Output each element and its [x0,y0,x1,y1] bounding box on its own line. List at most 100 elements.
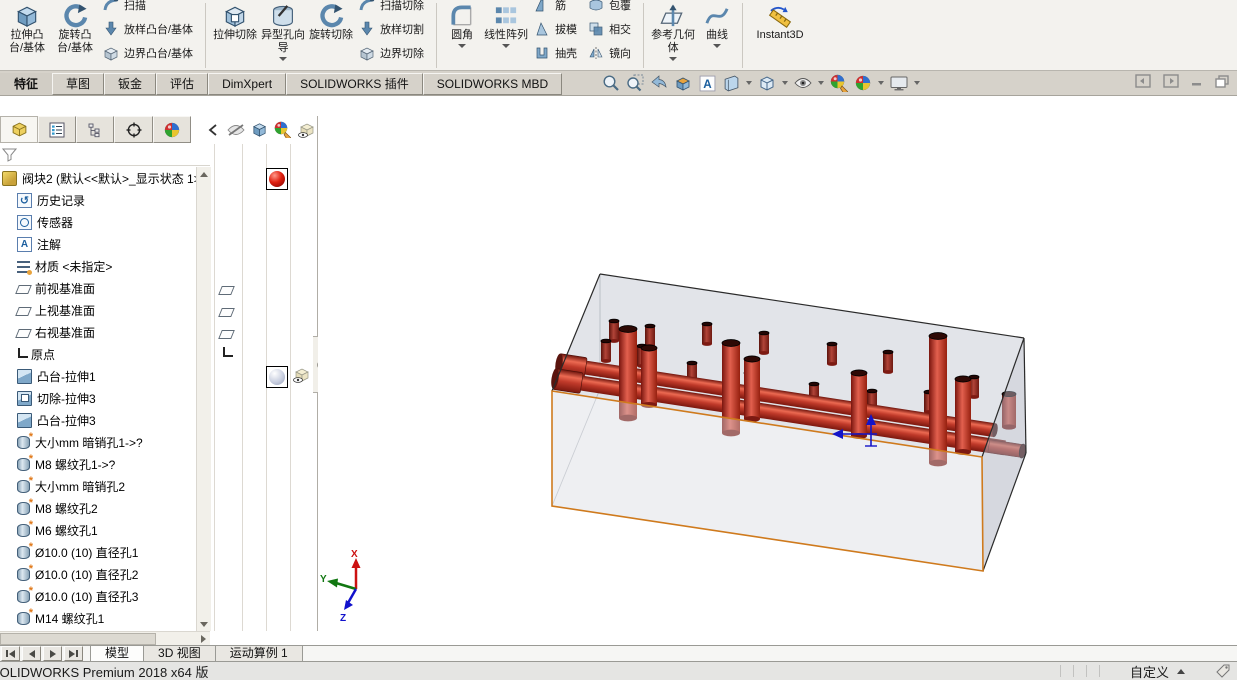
tree-item[interactable]: 前视基准面 [0,277,196,299]
boundary-cut-button[interactable]: 边界切除 [355,41,431,65]
linear-pattern-button[interactable]: 线性阵列 [482,0,530,48]
tree-item[interactable]: Ø10.0 (10) 直径孔2 [0,563,196,585]
extruded-cut-button[interactable]: 拉伸切除 [211,0,259,42]
collapse-right-pane-icon[interactable] [1163,74,1179,88]
display-pane-displaymode-column-header[interactable] [248,117,271,142]
draft-button[interactable]: 拔模 [530,17,584,41]
customize-status-button[interactable]: 自定义 [1130,662,1185,680]
apply-scene-button[interactable] [852,73,874,93]
tree-root-item[interactable]: 阀块2 (默认<<默认>_显示状态 1> [0,167,196,189]
wrap-button[interactable]: 包覆 [584,0,638,17]
tree-item[interactable]: 切除-拉伸3 [0,387,196,409]
first-tab-button[interactable] [1,646,20,661]
tree-horizontal-scrollbar[interactable] [0,631,210,646]
scrollbar-thumb[interactable] [0,633,156,645]
tree-item[interactable]: 凸台-拉伸1 [0,365,196,387]
tab-features[interactable]: 特征 [0,73,52,95]
instant3d-button[interactable]: Instant3D [748,0,812,42]
propertymanager-tab[interactable] [38,116,76,143]
display-pane-plane-icon[interactable] [218,308,235,317]
scroll-down-button[interactable] [197,617,211,631]
tab-solidworks-addins[interactable]: SOLIDWORKS 插件 [286,73,423,95]
display-pane-transparency-column-header[interactable] [295,117,318,142]
zoom-to-fit-button[interactable] [600,73,622,93]
graphics-viewport[interactable]: X Y Z [318,96,1237,645]
tab-evaluate[interactable]: 评估 [156,73,208,95]
swept-cut-button[interactable]: 扫描切除 [355,0,431,17]
display-pane-hide-column-header[interactable] [224,117,247,142]
display-pane-plane-icon[interactable] [218,330,235,339]
hole-wizard-button[interactable]: 异型孔向导 [259,0,307,61]
3d-views-tab[interactable]: 3D 视图 [143,646,216,661]
boss-transparency-icon[interactable] [292,367,310,383]
shell-button[interactable]: 抽壳 [530,41,584,65]
revolved-cut-button[interactable]: 旋转切除 [307,0,355,42]
restore-window-icon[interactable] [1215,75,1229,88]
tab-sheet-metal[interactable]: 钣金 [104,73,156,95]
lofted-cut-button[interactable]: 放样切割 [355,17,431,41]
display-style-button[interactable] [756,73,778,93]
tree-filter-bar[interactable] [0,144,210,166]
display-pane-plane-icon[interactable] [218,286,235,295]
tree-item[interactable]: A注解 [0,233,196,255]
tree-item[interactable]: 右视基准面 [0,321,196,343]
linear-pattern-dropdown-arrow[interactable] [502,44,510,48]
intersect-button[interactable]: 相交 [584,17,638,41]
minimize-icon[interactable] [1191,75,1203,87]
displaymanager-tab[interactable] [153,116,191,143]
dimxpertmanager-tab[interactable] [114,116,152,143]
swept-boss-button[interactable]: 扫描 [99,0,200,17]
tree-item[interactable]: M8 螺纹孔1->? [0,453,196,475]
tree-item[interactable]: 原点 [0,343,196,365]
motion-study-tab[interactable]: 运动算例 1 [215,646,303,661]
tag-icon[interactable] [1215,663,1231,679]
last-tab-button[interactable] [64,646,83,661]
display-style-dropdown-arrow[interactable] [782,81,788,85]
tree-item[interactable]: M8 螺纹孔2 [0,497,196,519]
tab-solidworks-mbd[interactable]: SOLIDWORKS MBD [423,73,562,95]
section-view-button[interactable] [672,73,694,93]
curves-button[interactable]: 曲线 [697,0,737,48]
tab-dimxpert[interactable]: DimXpert [208,73,286,95]
view-settings-dropdown-arrow[interactable] [914,81,920,85]
tree-item[interactable]: M6 螺纹孔1 [0,519,196,541]
boss-appearance-swatch-gray[interactable] [266,366,288,388]
hide-show-dropdown-arrow[interactable] [818,81,824,85]
tree-item[interactable]: 凸台-拉伸3 [0,409,196,431]
collapse-display-pane-button[interactable] [201,117,224,142]
featuremanager-tree-tab[interactable] [0,116,38,143]
extruded-boss-button[interactable]: 拉伸凸台/基体 [3,0,51,55]
previous-view-button[interactable] [648,73,670,93]
tree-item[interactable]: Ø10.0 (10) 直径孔3 [0,585,196,607]
display-pane-appearance-column-header[interactable] [271,117,294,142]
apply-scene-dropdown-arrow[interactable] [878,81,884,85]
reference-geometry-button[interactable]: 参考几何体 [649,0,697,61]
lofted-boss-button[interactable]: 放样凸台/基体 [99,17,200,41]
previous-tab-button[interactable] [22,646,41,661]
tree-item[interactable]: 大小mm 暗销孔2 [0,475,196,497]
configurationmanager-tab[interactable] [76,116,114,143]
fillet-dropdown-arrow[interactable] [458,44,466,48]
hide-show-items-button[interactable] [792,73,814,93]
part-appearance-swatch-red[interactable] [266,168,288,190]
tree-item[interactable]: Ø10.0 (10) 直径孔1 [0,541,196,563]
tree-item[interactable]: 大小mm 暗销孔1->? [0,431,196,453]
next-tab-button[interactable] [43,646,62,661]
hole-wizard-dropdown-arrow[interactable] [279,57,287,61]
edit-appearance-button[interactable] [828,73,850,93]
tree-item[interactable]: 传感器 [0,211,196,233]
collapse-left-pane-icon[interactable] [1135,74,1151,88]
fillet-button[interactable]: 圆角 [442,0,482,48]
scroll-right-button[interactable] [196,632,210,646]
view-settings-button[interactable] [888,73,910,93]
reference-geometry-dropdown-arrow[interactable] [669,57,677,61]
zoom-to-area-button[interactable] [624,73,646,93]
tree-item[interactable]: 材质 <未指定> [0,255,196,277]
tree-item[interactable]: 上视基准面 [0,299,196,321]
scroll-up-button[interactable] [197,167,211,181]
mirror-button[interactable]: 镜向 [584,41,638,65]
tab-sketch[interactable]: 草图 [52,73,104,95]
display-pane-origin-icon[interactable] [223,347,233,357]
tree-item[interactable]: ↺历史记录 [0,189,196,211]
revolved-boss-button[interactable]: 旋转凸台/基体 [51,0,99,55]
